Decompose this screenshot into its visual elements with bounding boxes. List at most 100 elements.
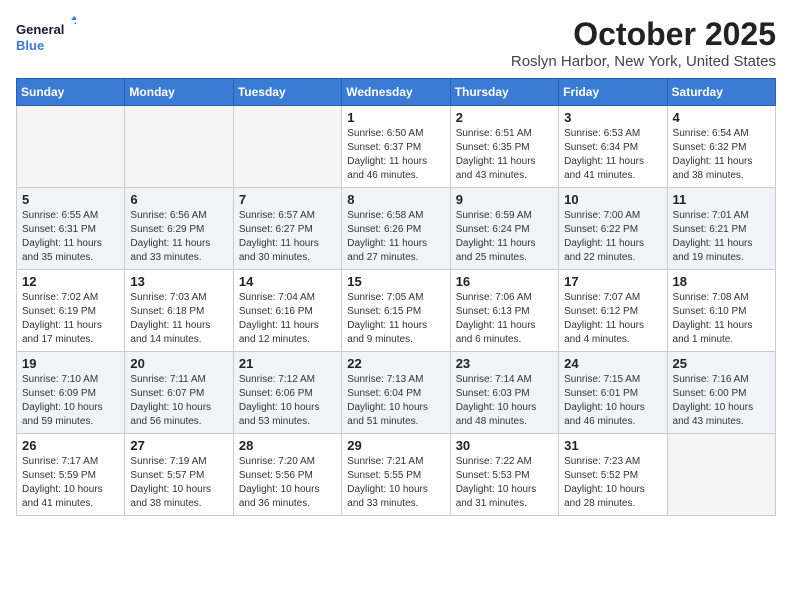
calendar-day-cell: 30Sunrise: 7:22 AM Sunset: 5:53 PM Dayli…	[450, 434, 558, 516]
day-info: Sunrise: 6:58 AM Sunset: 6:26 PM Dayligh…	[347, 209, 444, 265]
day-info: Sunrise: 7:01 AM Sunset: 6:21 PM Dayligh…	[673, 209, 770, 265]
calendar-day-cell: 8 Sunrise: 6:58 AM Sunset: 6:26 PM Daylig…	[342, 188, 450, 270]
svg-text:General: General	[16, 22, 64, 37]
weekday-header-monday: Monday	[125, 79, 233, 106]
calendar-day-cell: 21 Sunrise: 7:12 AM Sunset: 6:06 PM Dayli…	[233, 352, 341, 434]
calendar-day-cell: 2 Sunrise: 6:51 AM Sunset: 6:35 PM Daylig…	[450, 106, 558, 188]
calendar-day-cell	[17, 106, 125, 188]
calendar-day-cell	[667, 434, 775, 516]
calendar-day-cell: 15Sunrise: 7:05 AM Sunset: 6:15 PM Dayli…	[342, 270, 450, 352]
calendar-day-cell: 23 Sunrise: 7:14 AM Sunset: 6:03 PM Dayli…	[450, 352, 558, 434]
weekday-header-thursday: Thursday	[450, 79, 558, 106]
day-number: 3	[564, 110, 661, 125]
calendar-day-cell: 29 Sunrise: 7:21 AM Sunset: 5:55 PM Dayli…	[342, 434, 450, 516]
calendar-day-cell: 31 Sunrise: 7:23 AM Sunset: 5:52 PM Dayli…	[559, 434, 667, 516]
day-number: 9	[456, 192, 553, 207]
weekday-header-wednesday: Wednesday	[342, 79, 450, 106]
day-number: 14	[239, 274, 336, 289]
day-number: 23	[456, 356, 553, 371]
day-info: Sunrise: 7:10 AM Sunset: 6:09 PM Dayligh…	[22, 373, 119, 429]
day-number: 24	[564, 356, 661, 371]
day-info: Sunrise: 6:51 AM Sunset: 6:35 PM Dayligh…	[456, 127, 553, 183]
day-number: 22	[347, 356, 444, 371]
day-number: 31	[564, 438, 661, 453]
day-info: Sunrise: 7:11 AM Sunset: 6:07 PM Dayligh…	[130, 373, 227, 429]
day-number: 11	[673, 192, 770, 207]
calendar-day-cell: 12 Sunrise: 7:02 AM Sunset: 6:19 PM Dayli…	[17, 270, 125, 352]
weekday-header-friday: Friday	[559, 79, 667, 106]
day-number: 26	[22, 438, 119, 453]
month-title: October 2025	[511, 16, 776, 53]
day-info: Sunrise: 7:23 AM Sunset: 5:52 PM Dayligh…	[564, 455, 661, 511]
day-number: 1	[347, 110, 444, 125]
day-info: Sunrise: 7:04 AM Sunset: 6:16 PM Dayligh…	[239, 291, 336, 347]
calendar-day-cell: 3 Sunrise: 6:53 AM Sunset: 6:34 PM Daylig…	[559, 106, 667, 188]
calendar-day-cell: 11 Sunrise: 7:01 AM Sunset: 6:21 PM Dayli…	[667, 188, 775, 270]
day-number: 10	[564, 192, 661, 207]
logo: General Blue	[16, 16, 76, 60]
calendar-day-cell	[233, 106, 341, 188]
day-number: 20	[130, 356, 227, 371]
day-info: Sunrise: 6:55 AM Sunset: 6:31 PM Dayligh…	[22, 209, 119, 265]
calendar-day-cell: 28Sunrise: 7:20 AM Sunset: 5:56 PM Dayli…	[233, 434, 341, 516]
day-info: Sunrise: 7:14 AM Sunset: 6:03 PM Dayligh…	[456, 373, 553, 429]
day-info: Sunrise: 7:15 AM Sunset: 6:01 PM Dayligh…	[564, 373, 661, 429]
day-number: 7	[239, 192, 336, 207]
day-number: 17	[564, 274, 661, 289]
calendar-day-cell: 4Sunrise: 6:54 AM Sunset: 6:32 PM Daylig…	[667, 106, 775, 188]
day-number: 15	[347, 274, 444, 289]
day-info: Sunrise: 7:03 AM Sunset: 6:18 PM Dayligh…	[130, 291, 227, 347]
day-info: Sunrise: 7:13 AM Sunset: 6:04 PM Dayligh…	[347, 373, 444, 429]
calendar-week-row: 26Sunrise: 7:17 AM Sunset: 5:59 PM Dayli…	[17, 434, 776, 516]
calendar-day-cell: 13 Sunrise: 7:03 AM Sunset: 6:18 PM Dayli…	[125, 270, 233, 352]
day-info: Sunrise: 7:08 AM Sunset: 6:10 PM Dayligh…	[673, 291, 770, 347]
svg-text:Blue: Blue	[16, 38, 44, 53]
page-header: General Blue October 2025 Roslyn Harbor,…	[16, 16, 776, 70]
day-number: 2	[456, 110, 553, 125]
day-number: 28	[239, 438, 336, 453]
calendar-week-row: 5 Sunrise: 6:55 AM Sunset: 6:31 PM Daylig…	[17, 188, 776, 270]
calendar-day-cell: 5 Sunrise: 6:55 AM Sunset: 6:31 PM Daylig…	[17, 188, 125, 270]
calendar-day-cell: 7 Sunrise: 6:57 AM Sunset: 6:27 PM Daylig…	[233, 188, 341, 270]
calendar-day-cell: 20 Sunrise: 7:11 AM Sunset: 6:07 PM Dayli…	[125, 352, 233, 434]
calendar-table: SundayMondayTuesdayWednesdayThursdayFrid…	[16, 78, 776, 516]
calendar-day-cell: 16 Sunrise: 7:06 AM Sunset: 6:13 PM Dayli…	[450, 270, 558, 352]
calendar-day-cell: 19Sunrise: 7:10 AM Sunset: 6:09 PM Dayli…	[17, 352, 125, 434]
day-number: 6	[130, 192, 227, 207]
day-info: Sunrise: 6:57 AM Sunset: 6:27 PM Dayligh…	[239, 209, 336, 265]
day-info: Sunrise: 6:56 AM Sunset: 6:29 PM Dayligh…	[130, 209, 227, 265]
day-info: Sunrise: 7:00 AM Sunset: 6:22 PM Dayligh…	[564, 209, 661, 265]
logo-svg: General Blue	[16, 16, 76, 60]
calendar-day-cell: 22 Sunrise: 7:13 AM Sunset: 6:04 PM Dayli…	[342, 352, 450, 434]
title-area: October 2025 Roslyn Harbor, New York, Un…	[511, 16, 776, 70]
calendar-day-cell: 17 Sunrise: 7:07 AM Sunset: 6:12 PM Dayli…	[559, 270, 667, 352]
day-info: Sunrise: 7:06 AM Sunset: 6:13 PM Dayligh…	[456, 291, 553, 347]
day-info: Sunrise: 7:19 AM Sunset: 5:57 PM Dayligh…	[130, 455, 227, 511]
day-info: Sunrise: 7:07 AM Sunset: 6:12 PM Dayligh…	[564, 291, 661, 347]
calendar-day-cell: 27Sunrise: 7:19 AM Sunset: 5:57 PM Dayli…	[125, 434, 233, 516]
day-info: Sunrise: 7:16 AM Sunset: 6:00 PM Dayligh…	[673, 373, 770, 429]
day-info: Sunrise: 7:22 AM Sunset: 5:53 PM Dayligh…	[456, 455, 553, 511]
weekday-header-saturday: Saturday	[667, 79, 775, 106]
day-info: Sunrise: 6:50 AM Sunset: 6:37 PM Dayligh…	[347, 127, 444, 183]
day-number: 5	[22, 192, 119, 207]
day-number: 8	[347, 192, 444, 207]
calendar-day-cell: 26Sunrise: 7:17 AM Sunset: 5:59 PM Dayli…	[17, 434, 125, 516]
weekday-header-tuesday: Tuesday	[233, 79, 341, 106]
calendar-day-cell: 24 Sunrise: 7:15 AM Sunset: 6:01 PM Dayli…	[559, 352, 667, 434]
calendar-day-cell	[125, 106, 233, 188]
day-number: 21	[239, 356, 336, 371]
day-number: 16	[456, 274, 553, 289]
day-number: 18	[673, 274, 770, 289]
day-number: 12	[22, 274, 119, 289]
day-info: Sunrise: 6:54 AM Sunset: 6:32 PM Dayligh…	[673, 127, 770, 183]
location: Roslyn Harbor, New York, United States	[511, 53, 776, 70]
day-number: 29	[347, 438, 444, 453]
day-info: Sunrise: 7:12 AM Sunset: 6:06 PM Dayligh…	[239, 373, 336, 429]
day-info: Sunrise: 6:53 AM Sunset: 6:34 PM Dayligh…	[564, 127, 661, 183]
day-info: Sunrise: 7:02 AM Sunset: 6:19 PM Dayligh…	[22, 291, 119, 347]
day-info: Sunrise: 7:21 AM Sunset: 5:55 PM Dayligh…	[347, 455, 444, 511]
day-number: 13	[130, 274, 227, 289]
calendar-day-cell: 9Sunrise: 6:59 AM Sunset: 6:24 PM Daylig…	[450, 188, 558, 270]
day-number: 25	[673, 356, 770, 371]
